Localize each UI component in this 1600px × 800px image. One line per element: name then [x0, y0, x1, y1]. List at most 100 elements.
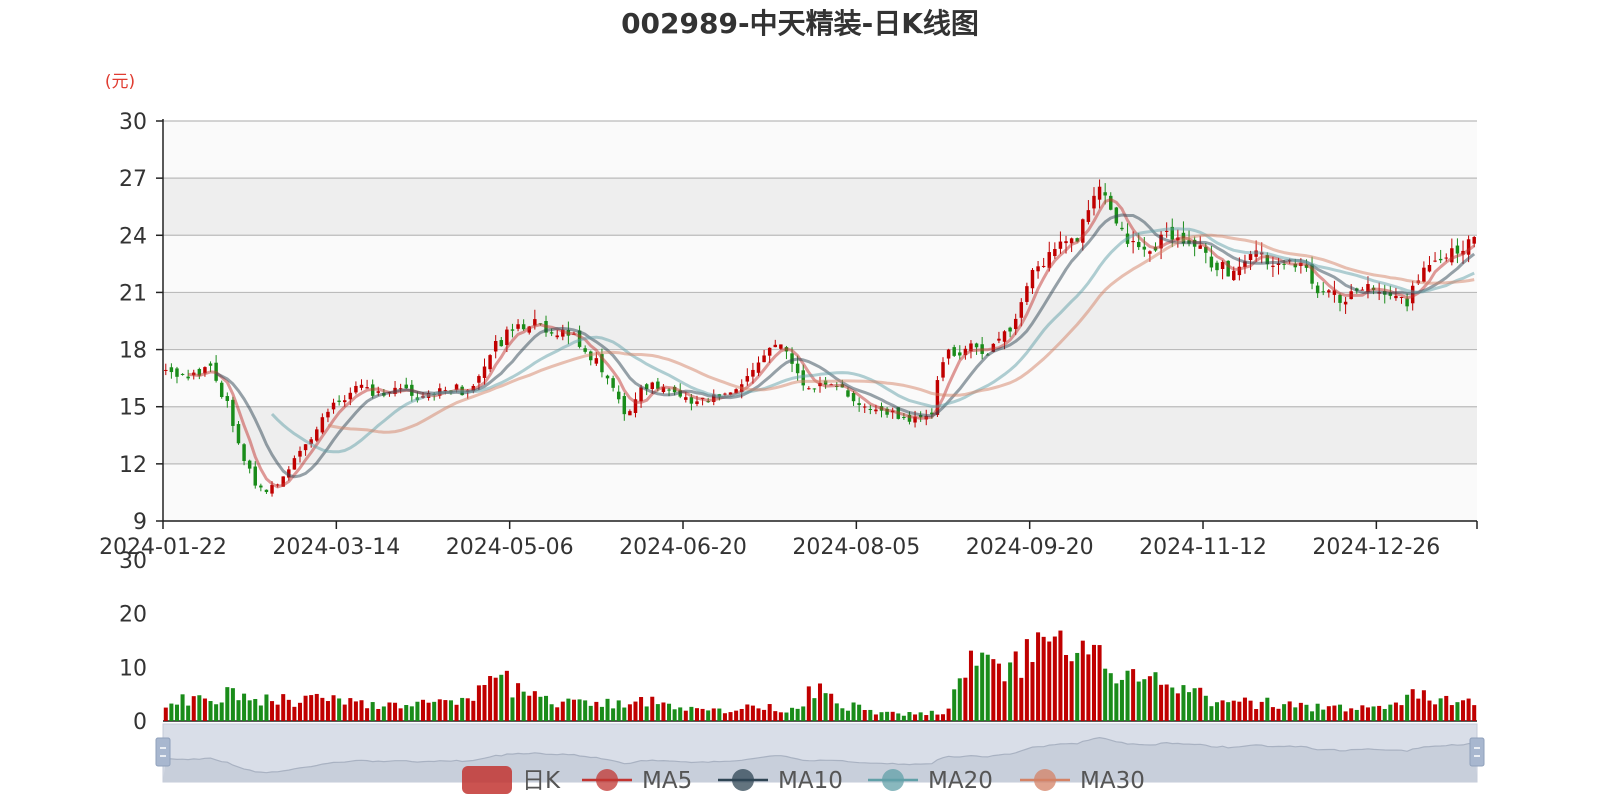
price-y-tick-label: 12	[119, 453, 147, 478]
volume-bar	[968, 650, 973, 721]
legend-item-ma10[interactable]: MA10	[718, 768, 843, 794]
legend-item-ma30[interactable]: MA30	[1020, 768, 1145, 794]
volume-bar	[1052, 636, 1057, 721]
candle-body	[1422, 267, 1426, 282]
legend-label: MA5	[642, 768, 692, 794]
candle-body	[767, 347, 772, 356]
volume-bar	[583, 700, 588, 721]
volume-bar	[191, 696, 196, 721]
candle-body	[555, 335, 559, 338]
volume-bar	[694, 708, 700, 721]
candle-body	[1394, 295, 1398, 299]
volume-bar	[879, 712, 884, 721]
volume-bar	[454, 704, 459, 721]
volume-bar	[1337, 704, 1343, 721]
candle-body	[902, 417, 906, 418]
volume-bar	[426, 702, 431, 721]
volume-bar	[1354, 709, 1359, 721]
volume-bar	[1220, 700, 1225, 721]
candle-body	[1315, 285, 1320, 294]
volume-bar	[499, 674, 504, 721]
volume-bar	[1360, 705, 1365, 721]
price-y-tick-label: 18	[119, 339, 147, 364]
volume-bar	[359, 700, 364, 721]
volume-bar	[258, 705, 263, 721]
volume-bar	[700, 708, 705, 721]
volume-bar	[1455, 702, 1460, 721]
candle-body	[1008, 327, 1012, 332]
candle-body	[264, 489, 269, 493]
candle-body	[1472, 237, 1476, 244]
legend-label: 日K	[522, 768, 561, 794]
candle-body	[1142, 246, 1147, 250]
slider-handle-left[interactable]	[155, 737, 171, 767]
volume-y-tick-label: 20	[119, 603, 147, 628]
volume-bar	[1377, 705, 1382, 721]
volume-bar	[611, 708, 616, 721]
candle-body	[974, 343, 979, 348]
candle-body	[298, 450, 302, 457]
volume-bar	[683, 710, 688, 721]
volume-bar-series	[163, 630, 1477, 721]
volume-bar	[851, 702, 856, 721]
volume-bar	[314, 693, 319, 721]
volume-bar	[566, 698, 571, 721]
candle-body	[1019, 302, 1024, 318]
volume-bar	[381, 706, 386, 721]
candle-body	[762, 355, 766, 363]
volume-bar	[935, 714, 940, 721]
volume-y-tick-label: 10	[119, 656, 147, 681]
candle-body	[1343, 301, 1348, 305]
candle-body	[667, 389, 671, 391]
volume-bar	[393, 702, 398, 721]
legend-swatch-dot	[1034, 769, 1056, 791]
candle-body	[477, 376, 481, 383]
candle-body	[605, 375, 610, 379]
candle-body	[521, 324, 526, 330]
candle-body	[231, 399, 235, 426]
candle-body	[242, 444, 246, 461]
chart-title: 002989-中天精装-日K线图	[621, 7, 979, 40]
candle-body	[493, 341, 498, 352]
volume-bar	[437, 699, 442, 721]
volume-bar	[1444, 695, 1449, 721]
volume-bar	[303, 695, 308, 721]
volume-bar	[627, 704, 632, 721]
volume-bar	[465, 698, 470, 721]
volume-bar	[661, 702, 666, 721]
volume-bar	[247, 700, 252, 721]
volume-bar	[1047, 641, 1052, 721]
volume-bar	[1131, 669, 1136, 721]
legend-item-ma20[interactable]: MA20	[868, 768, 993, 794]
volume-bar	[1365, 707, 1370, 721]
price-panel	[163, 120, 1477, 522]
volume-bar	[913, 714, 918, 721]
volume-bar	[1103, 668, 1108, 721]
candle-body	[259, 485, 263, 488]
volume-bar	[722, 713, 727, 721]
candle-body	[1097, 186, 1102, 200]
candle	[219, 380, 224, 399]
candle-body	[846, 390, 850, 397]
volume-bar	[1237, 701, 1242, 721]
price-unit-label: (元)	[105, 72, 135, 92]
volume-bar	[471, 700, 476, 721]
volume-bar	[504, 670, 509, 721]
volume-bar	[739, 708, 744, 721]
legend-item-日k[interactable]: 日K	[462, 766, 561, 794]
candle-body	[1103, 192, 1107, 196]
volume-bar	[1192, 688, 1197, 721]
volume-bar	[633, 701, 638, 721]
price-x-tick-label: 2024-11-12	[1139, 535, 1267, 560]
candle-body	[594, 358, 599, 364]
volume-bar	[801, 706, 806, 721]
volume-bar	[1315, 703, 1320, 721]
volume-bar	[1231, 700, 1236, 721]
volume-bar	[946, 708, 951, 721]
volume-bar	[1326, 706, 1331, 721]
slider-handle-right[interactable]	[1469, 737, 1485, 767]
volume-bar	[1119, 679, 1124, 721]
candle-body	[1053, 249, 1057, 257]
legend-label: MA20	[928, 768, 993, 794]
volume-bar	[1287, 701, 1292, 721]
